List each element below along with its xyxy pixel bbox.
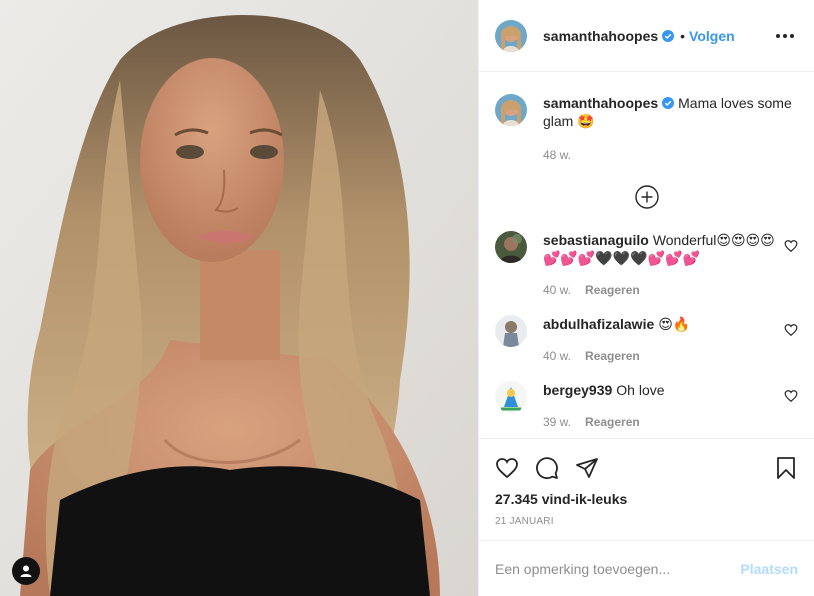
load-more-comments[interactable] [495,185,798,209]
comment-username[interactable]: bergey939 [543,382,612,398]
caption: samanthahoopes Mama loves some glam 🤩 48 … [495,94,798,164]
share-icon[interactable] [575,456,599,480]
post-photo[interactable] [0,0,478,596]
comments-section[interactable]: samanthahoopes Mama loves some glam 🤩 48 … [479,72,814,438]
action-bar [479,438,814,488]
more-options-icon[interactable] [772,30,798,42]
portrait-photo [0,0,478,596]
reply-button[interactable]: Reageren [585,413,640,431]
caption-username[interactable]: samanthahoopes [543,95,658,111]
comment-item: bergey939 Oh love 39 w. Reageren [495,381,798,431]
comment-username[interactable]: sebastianaguilo [543,232,649,248]
comment-icon[interactable] [535,456,559,480]
comment-time[interactable]: 40 w. [543,281,571,299]
reply-button[interactable]: Reageren [585,347,640,365]
post-sidebar: samanthahoopes • Volgen samanthahoopes Ma… [478,0,814,596]
add-comment-bar: Plaatsen [479,540,814,596]
instagram-post: samanthahoopes • Volgen samanthahoopes Ma… [0,0,814,596]
reply-button[interactable]: Reageren [585,281,640,299]
caption-time[interactable]: 48 w. [543,146,571,164]
comment-time[interactable]: 40 w. [543,347,571,365]
verified-badge-icon [662,29,675,42]
verified-badge-icon [662,97,675,109]
comment-input[interactable] [495,560,741,577]
heart-icon[interactable] [495,456,519,480]
avatar-sebastianaguilo[interactable] [495,231,527,263]
comment-text: Oh love [616,382,665,398]
comment-time[interactable]: 39 w. [543,413,571,431]
avatar-bergey939[interactable] [495,381,527,413]
separator-dot: • [680,27,686,44]
likes-count[interactable]: 27.345 vind-ik-leuks [479,488,814,510]
comment-username[interactable]: abdulhafizalawie [543,316,654,332]
like-comment-heart-icon[interactable] [784,323,798,337]
post-date[interactable]: 21 JANUARI [479,510,814,540]
avatar[interactable] [495,94,527,126]
bookmark-icon[interactable] [774,456,798,480]
post-header: samanthahoopes • Volgen [479,0,814,72]
avatar[interactable] [495,19,527,52]
avatar-abdulhafizalawie[interactable] [495,315,527,347]
comment-item: sebastianaguilo Wonderful😍😍😍😍💕💕💕🖤🖤🖤💕💕💕 40… [495,231,798,299]
plus-circle-icon[interactable] [634,185,659,209]
post-author-username[interactable]: samanthahoopes [543,28,658,44]
comment-text: 😍🔥 [658,316,691,332]
comment-item: abdulhafizalawie 😍🔥 40 w. Reageren [495,315,798,365]
tagged-user-icon[interactable] [12,557,40,585]
like-comment-heart-icon[interactable] [784,389,798,403]
like-comment-heart-icon[interactable] [784,239,798,253]
post-comment-button[interactable]: Plaatsen [740,561,798,577]
follow-button[interactable]: Volgen [689,28,735,44]
